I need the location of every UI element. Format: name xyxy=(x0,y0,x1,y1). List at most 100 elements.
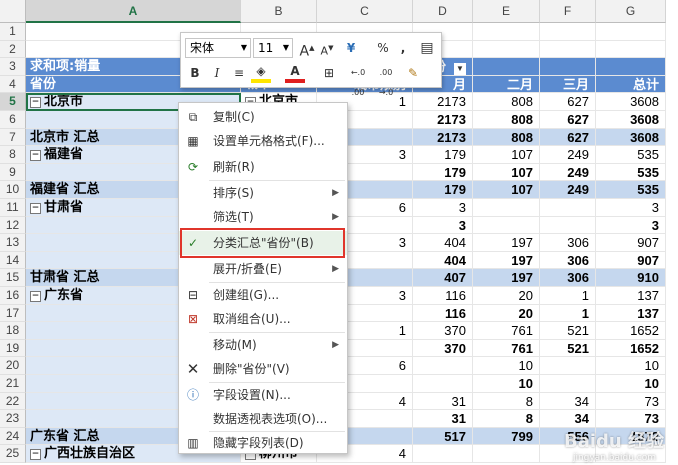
shrink-font-button[interactable]: A▼ xyxy=(317,38,337,58)
currency-format-button[interactable]: ¥ xyxy=(341,38,361,58)
collapse-toggle-icon[interactable]: − xyxy=(30,203,41,214)
cell-d9[interactable]: 179 xyxy=(413,163,473,182)
collapse-toggle-icon[interactable]: − xyxy=(30,150,41,162)
cell-f8[interactable]: 249 xyxy=(540,146,596,164)
menu-filter[interactable]: 筛选(T) ▶ xyxy=(179,205,347,229)
row-header-18[interactable]: 18 xyxy=(0,322,26,340)
cell-f19[interactable]: 521 xyxy=(540,339,596,358)
cell-e9[interactable]: 107 xyxy=(473,163,540,182)
cell-g18[interactable]: 1652 xyxy=(596,322,666,340)
cell-g6[interactable]: 3608 xyxy=(596,111,666,129)
cell-f21[interactable] xyxy=(540,375,596,393)
cell-e22[interactable]: 8 xyxy=(473,392,540,411)
cell-d19[interactable]: 370 xyxy=(413,339,473,358)
menu-sort[interactable]: 排序(S) ▶ xyxy=(179,181,347,205)
column-header-f[interactable]: F xyxy=(540,0,596,23)
font-size-box[interactable]: 11 ▼ xyxy=(253,38,293,58)
row-header-12[interactable]: 12 xyxy=(0,216,26,235)
cell-d14[interactable]: 404 xyxy=(413,251,473,270)
row-header-5[interactable]: 5 xyxy=(0,93,26,111)
bold-button[interactable]: B xyxy=(185,63,205,83)
cell-e21[interactable]: 10 xyxy=(473,375,540,393)
cell-d21[interactable] xyxy=(413,375,473,393)
cell-g23[interactable]: 73 xyxy=(596,410,666,428)
row-header-13[interactable]: 13 xyxy=(0,234,26,252)
cell-e14[interactable]: 197 xyxy=(473,251,540,270)
cell-f18[interactable]: 521 xyxy=(540,322,596,340)
row-header-9[interactable]: 9 xyxy=(0,163,26,182)
row-header-17[interactable]: 17 xyxy=(0,304,26,323)
cell-f1[interactable] xyxy=(540,23,596,41)
menu-expand-collapse[interactable]: 展开/折叠(E) ▶ xyxy=(179,257,347,281)
row-header-6[interactable]: 6 xyxy=(0,111,26,129)
cell-d12[interactable]: 3 xyxy=(413,216,473,235)
cell-f16[interactable]: 1 xyxy=(540,287,596,305)
cell-f7[interactable]: 627 xyxy=(540,128,596,147)
cell-e5[interactable]: 808 xyxy=(473,93,540,111)
cell-e15[interactable]: 197 xyxy=(473,269,540,287)
cell-e13[interactable]: 197 xyxy=(473,234,540,252)
row-header-14[interactable]: 14 xyxy=(0,251,26,270)
cell-f23[interactable]: 34 xyxy=(540,410,596,428)
format-painter-table-button[interactable]: ▤ xyxy=(417,38,437,58)
cell-g12[interactable]: 3 xyxy=(596,216,666,235)
cell-g5[interactable]: 3608 xyxy=(596,93,666,111)
column-header-c[interactable]: C xyxy=(317,0,413,23)
cell-d24[interactable]: 517 xyxy=(413,427,473,446)
cell-e23[interactable]: 8 xyxy=(473,410,540,428)
menu-subtotal[interactable]: ✓ 分类汇总"省份"(B) xyxy=(179,231,347,255)
collapse-toggle-icon[interactable]: − xyxy=(30,291,41,302)
cell-d17[interactable]: 116 xyxy=(413,304,473,323)
cell-f5[interactable]: 627 xyxy=(540,93,596,111)
cell-g21[interactable]: 10 xyxy=(596,375,666,393)
cell-d6[interactable]: 2173 xyxy=(413,111,473,129)
cell-d25[interactable] xyxy=(413,445,473,463)
cell-g13[interactable]: 907 xyxy=(596,234,666,252)
cell-f10[interactable]: 249 xyxy=(540,181,596,199)
cell-g15[interactable]: 910 xyxy=(596,269,666,287)
cell-e10[interactable]: 107 xyxy=(473,181,540,199)
cell-e8[interactable]: 107 xyxy=(473,146,540,164)
decrease-decimal-button[interactable]: .00 →.0 xyxy=(373,63,399,97)
row-header-4[interactable]: 4 xyxy=(0,75,26,94)
cell-e25[interactable] xyxy=(473,445,540,463)
row-header-15[interactable]: 15 xyxy=(0,269,26,287)
cell-f17[interactable]: 1 xyxy=(540,304,596,323)
cell-d20[interactable] xyxy=(413,357,473,375)
cell-e19[interactable]: 761 xyxy=(473,339,540,358)
cell-e1[interactable] xyxy=(473,23,540,41)
cell-f4[interactable]: 三月 xyxy=(540,75,596,94)
column-header-b[interactable]: B xyxy=(241,0,317,23)
cell-f15[interactable]: 306 xyxy=(540,269,596,287)
cell-e24[interactable]: 799 xyxy=(473,427,540,446)
cell-d7[interactable]: 2173 xyxy=(413,128,473,147)
column-header-a[interactable]: A xyxy=(26,0,241,23)
row-header-11[interactable]: 11 xyxy=(0,199,26,217)
column-header-g[interactable]: G xyxy=(596,0,666,23)
row-header-23[interactable]: 23 xyxy=(0,410,26,428)
cell-d15[interactable]: 407 xyxy=(413,269,473,287)
menu-field-settings[interactable]: ⓘ 字段设置(N)... xyxy=(179,383,347,407)
menu-move[interactable]: 移动(M) ▶ xyxy=(179,333,347,357)
cell-g16[interactable]: 137 xyxy=(596,287,666,305)
cell-e4[interactable]: 二月 xyxy=(473,75,540,94)
font-color-button[interactable]: A xyxy=(285,63,305,83)
grow-font-button[interactable]: A▲ xyxy=(297,38,317,60)
menu-hide-field-list[interactable]: ▥ 隐藏字段列表(D) xyxy=(179,431,347,455)
cell-f9[interactable]: 249 xyxy=(540,163,596,182)
cell-d16[interactable]: 116 xyxy=(413,287,473,305)
row-header-2[interactable]: 2 xyxy=(0,40,26,59)
row-header-8[interactable]: 8 xyxy=(0,146,26,164)
format-painter-button[interactable]: ✎ xyxy=(403,63,423,83)
cell-d13[interactable]: 404 xyxy=(413,234,473,252)
cell-g17[interactable]: 137 xyxy=(596,304,666,323)
menu-group[interactable]: ⊟ 创建组(G)... xyxy=(179,283,347,307)
menu-format-cells[interactable]: ▦ 设置单元格格式(F)... xyxy=(179,129,347,153)
cell-e6[interactable]: 808 xyxy=(473,111,540,129)
cell-d23[interactable]: 31 xyxy=(413,410,473,428)
cell-e11[interactable] xyxy=(473,199,540,217)
cell-g8[interactable]: 535 xyxy=(596,146,666,164)
cell-g20[interactable]: 10 xyxy=(596,357,666,375)
cell-f22[interactable]: 34 xyxy=(540,392,596,411)
cell-d22[interactable]: 31 xyxy=(413,392,473,411)
